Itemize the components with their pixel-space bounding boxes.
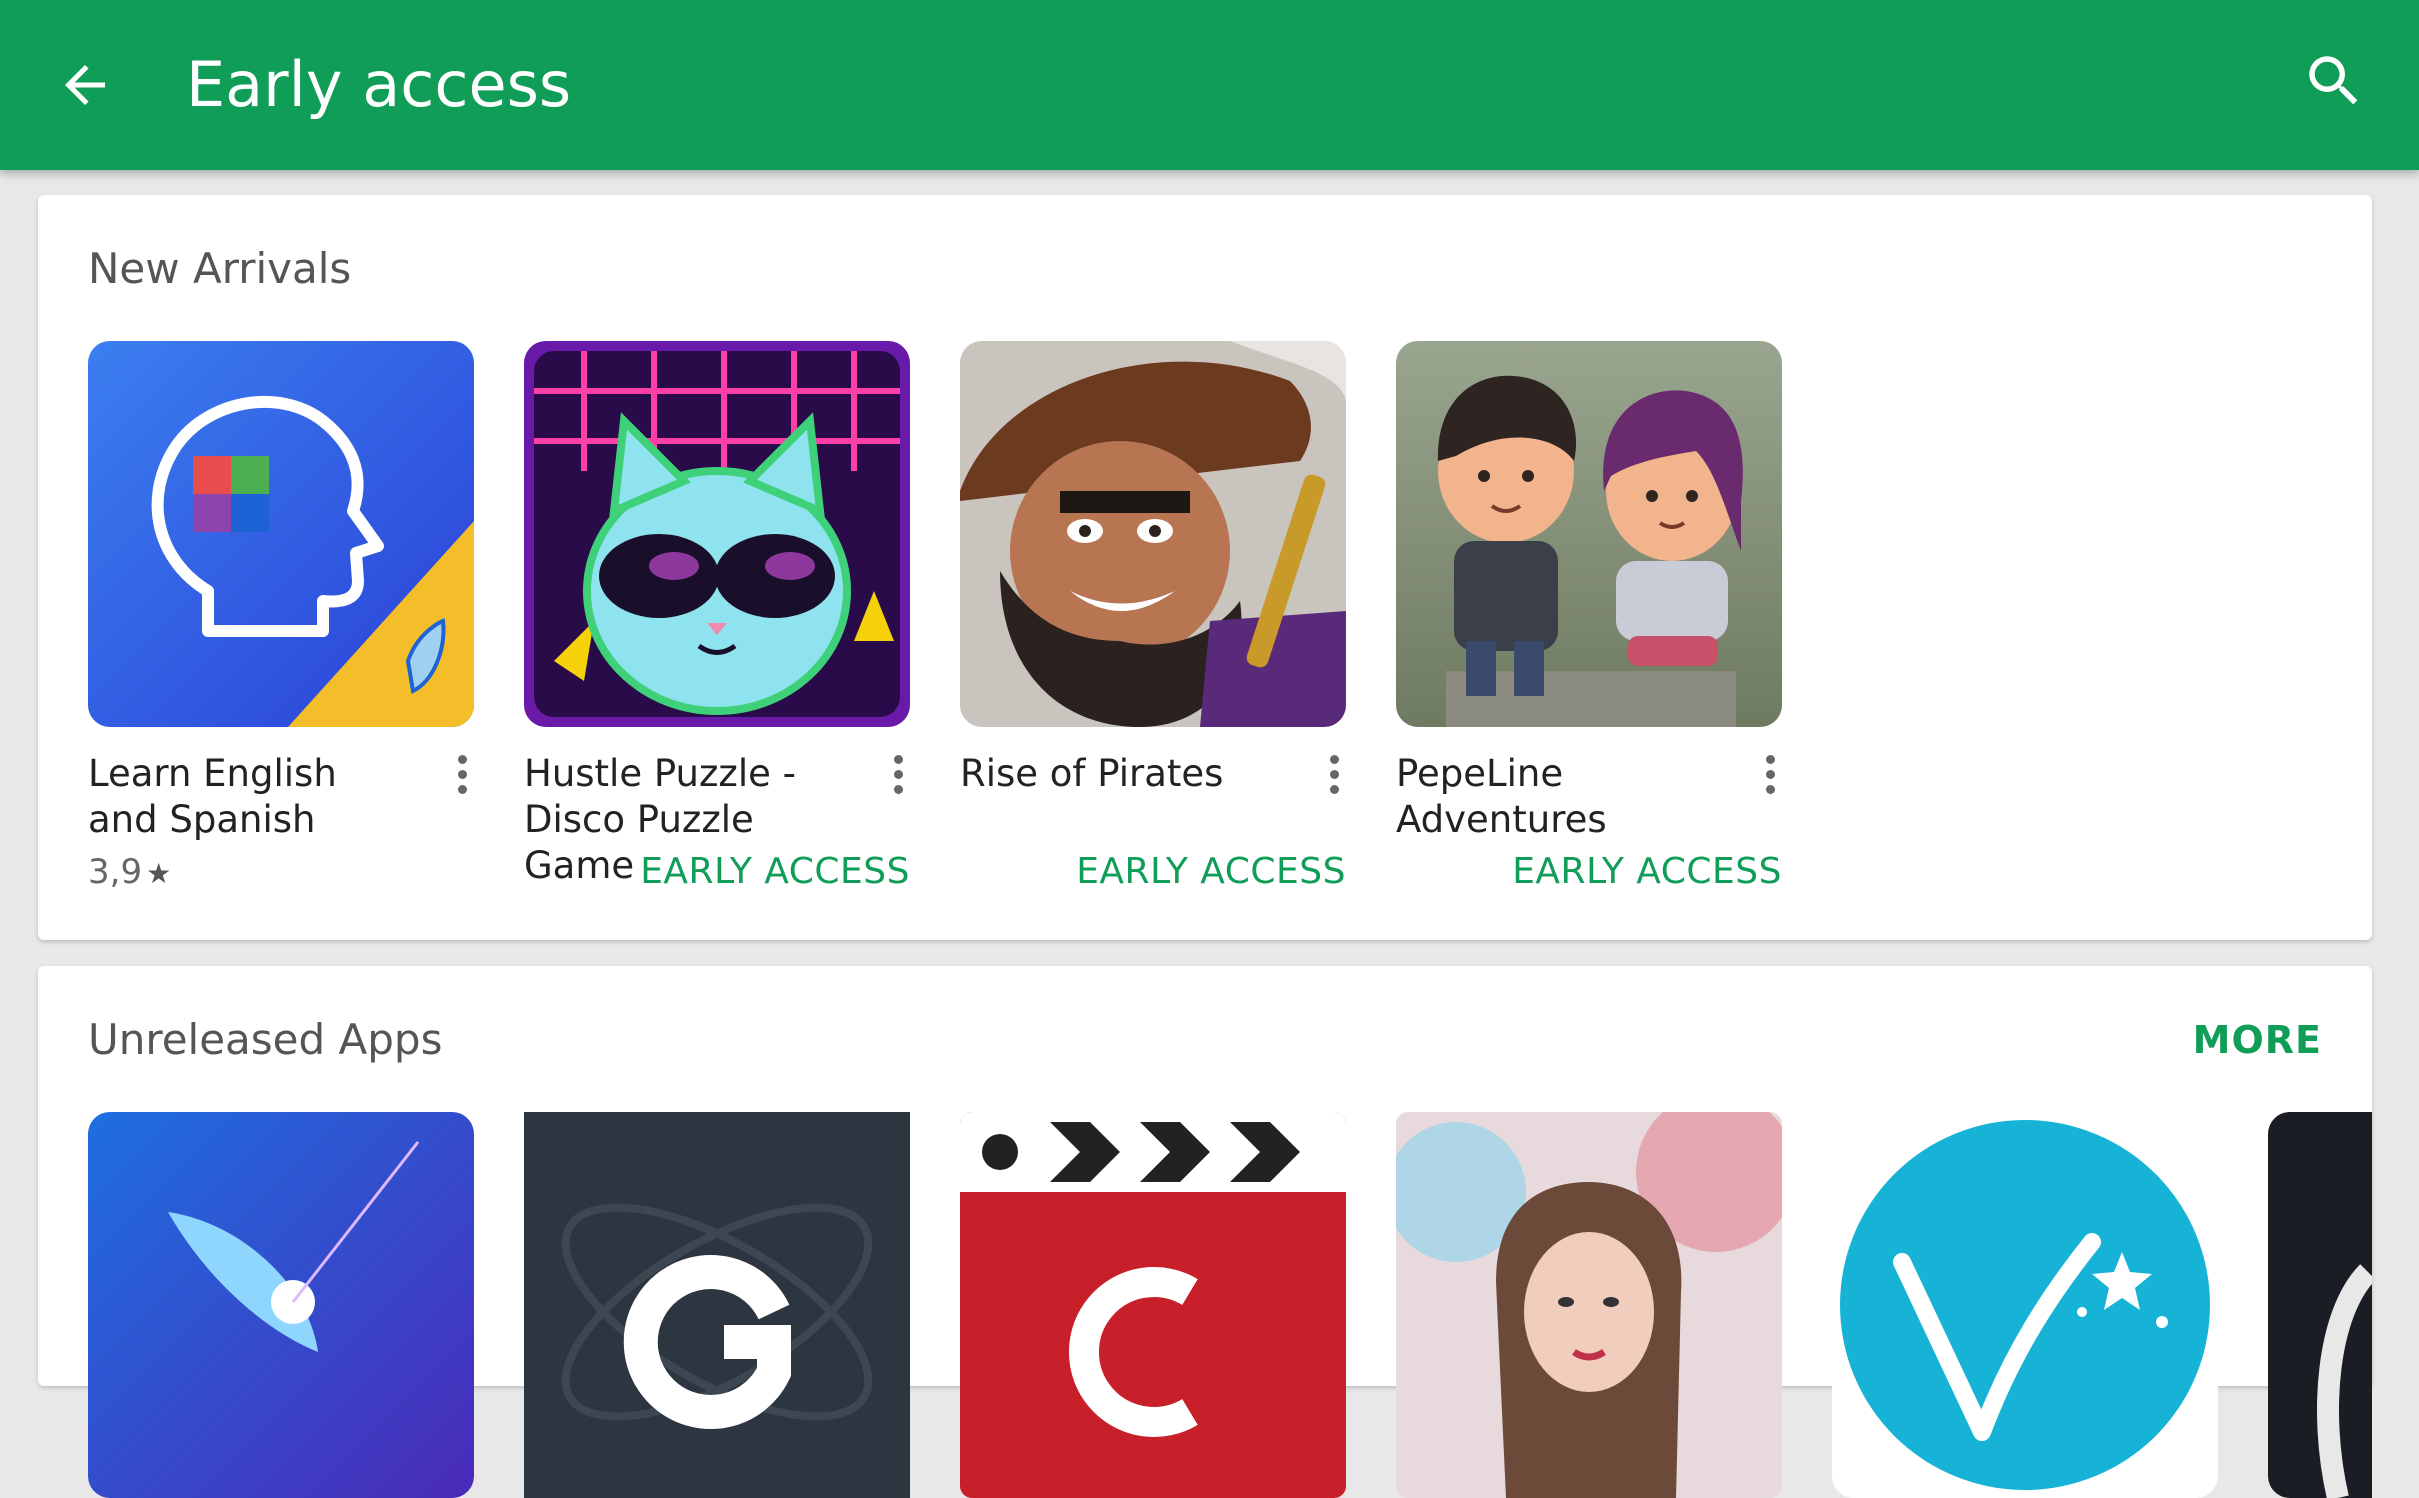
search-icon xyxy=(2309,56,2358,105)
app-icon-rise-of-pirates xyxy=(960,341,1346,727)
app-name: PepeLine Adventures xyxy=(1396,752,1607,841)
app-rating: 3,9 ★ xyxy=(88,849,171,897)
app-bar: Early access xyxy=(0,0,2419,170)
app-icon-partial xyxy=(2268,1112,2372,1498)
early-access-badge: EARLY ACCESS xyxy=(1076,851,1346,892)
app-icon-pepeline-adventures xyxy=(1396,341,1782,727)
app-tile-pepeline-adventures[interactable]: PepeLine Adventures EARLY ACCESS xyxy=(1396,341,1782,892)
early-access-badge: EARLY ACCESS xyxy=(1512,851,1782,892)
more-options-icon[interactable] xyxy=(880,749,916,799)
new-arrivals-card: New Arrivals Learn English and Spanish 3… xyxy=(38,195,2372,940)
unreleased-apps-card: Unreleased Apps MORE xyxy=(38,966,2372,1498)
more-options-icon[interactable] xyxy=(444,749,480,799)
app-name: Learn English and Spanish xyxy=(88,752,337,841)
section-title: New Arrivals xyxy=(88,244,352,293)
app-tile-learn-english[interactable]: Learn English and Spanish 3,9 ★ xyxy=(88,341,474,892)
app-tile-magic-v[interactable] xyxy=(1832,1112,2218,1498)
app-icon-learn-english xyxy=(88,341,474,727)
early-access-badge: EARLY ACCESS xyxy=(640,851,910,892)
page-title: Early access xyxy=(186,48,572,121)
app-tile-portrait[interactable] xyxy=(1396,1112,1782,1498)
app-tile-feather[interactable] xyxy=(88,1112,474,1498)
app-icon-feather xyxy=(88,1112,474,1498)
more-options-icon[interactable] xyxy=(1752,749,1788,799)
search-button[interactable] xyxy=(2289,36,2379,126)
app-tile-rise-of-pirates[interactable]: Rise of Pirates EARLY ACCESS xyxy=(960,341,1346,892)
app-tile-hustle-puzzle[interactable]: Hustle Puzzle - Disco Puzzle Game EARLY … xyxy=(524,341,910,892)
section-title: Unreleased Apps xyxy=(88,1015,443,1064)
back-button[interactable] xyxy=(40,40,130,130)
rating-value: 3,9 xyxy=(88,852,143,892)
arrow-back-icon xyxy=(65,65,105,105)
app-icon-portrait xyxy=(1396,1112,1782,1498)
more-options-icon[interactable] xyxy=(1316,749,1352,799)
app-tile-g[interactable] xyxy=(524,1112,910,1498)
app-tile-clapper[interactable] xyxy=(960,1112,1346,1498)
app-tile-partial[interactable] xyxy=(2268,1112,2372,1498)
app-icon-hustle-puzzle xyxy=(524,341,910,727)
app-name: Rise of Pirates xyxy=(960,752,1224,795)
app-icon-clapper xyxy=(960,1112,1346,1498)
app-icon-magic-v xyxy=(1832,1112,2218,1498)
more-button[interactable]: MORE xyxy=(2193,1010,2322,1070)
star-icon: ★ xyxy=(146,857,172,890)
app-icon-g xyxy=(524,1112,910,1498)
